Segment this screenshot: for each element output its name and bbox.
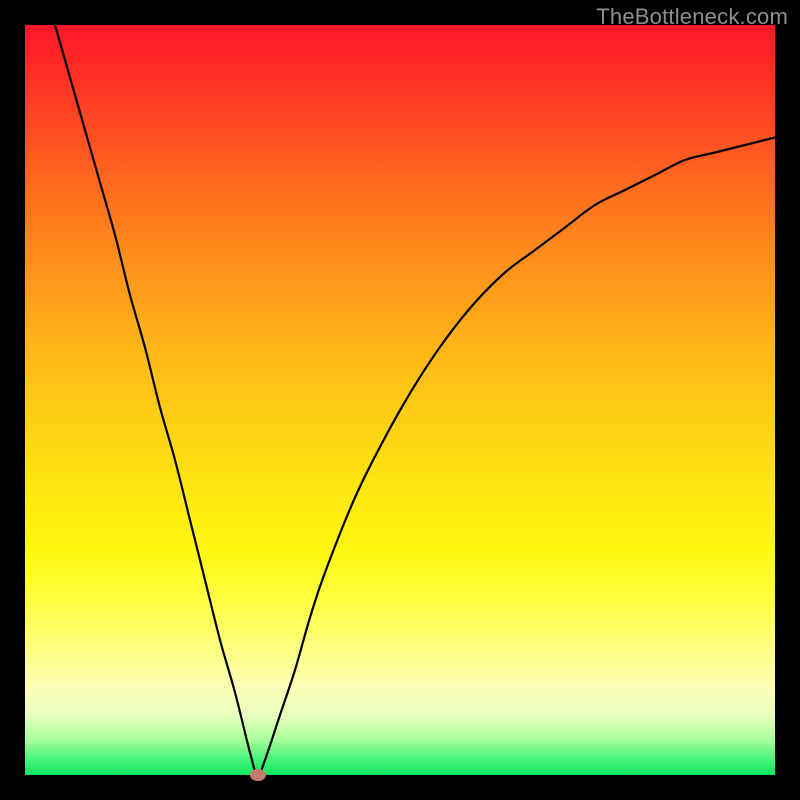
bottleneck-curve xyxy=(25,25,775,775)
chart-frame: TheBottleneck.com xyxy=(0,0,800,800)
plot-area xyxy=(25,25,775,775)
curve-path xyxy=(55,25,775,775)
optimum-marker xyxy=(250,769,266,781)
watermark-text: TheBottleneck.com xyxy=(596,4,788,30)
